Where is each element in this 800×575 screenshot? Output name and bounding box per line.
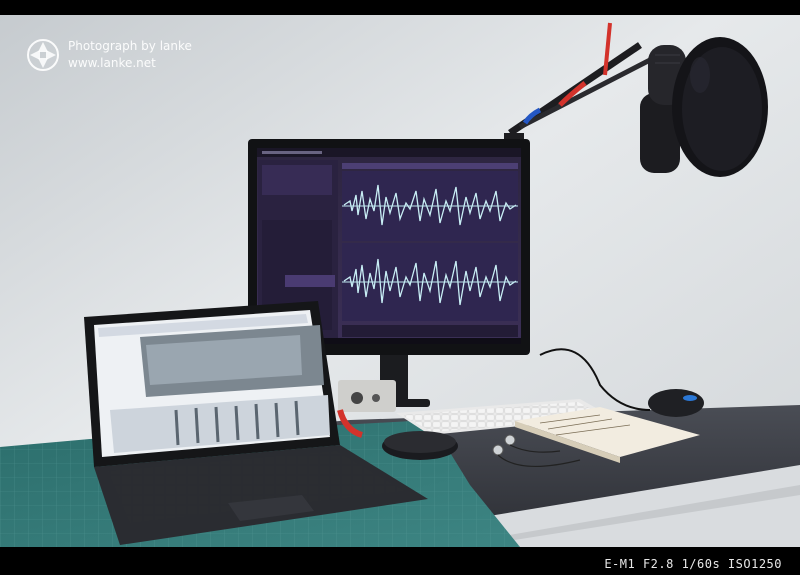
watermark: Photograph by lanke www.lanke.net bbox=[26, 38, 192, 72]
photo-frame: Photograph by lanke www.lanke.net E-M1 F… bbox=[0, 0, 800, 575]
waveform-bottom bbox=[342, 243, 518, 321]
portable-speaker bbox=[382, 431, 458, 460]
watermark-line1: Photograph by lanke bbox=[68, 39, 192, 53]
exif-caption: E-M1 F2.8 1/60s ISO1250 bbox=[604, 557, 782, 571]
photograph bbox=[0, 15, 800, 547]
camera-aperture-icon bbox=[27, 39, 59, 71]
mouse bbox=[648, 389, 704, 417]
pop-filter bbox=[672, 37, 768, 177]
waveform-top bbox=[342, 171, 518, 241]
watermark-line2: www.lanke.net bbox=[68, 56, 156, 70]
